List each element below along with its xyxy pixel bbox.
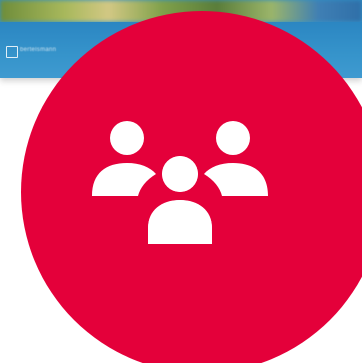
app-tile[interactable]: bertelsmann	[0, 0, 362, 363]
banner-logo-icon	[6, 46, 18, 58]
people-group-icon	[92, 121, 268, 244]
banner-org-text: bertelsmann	[20, 47, 57, 53]
